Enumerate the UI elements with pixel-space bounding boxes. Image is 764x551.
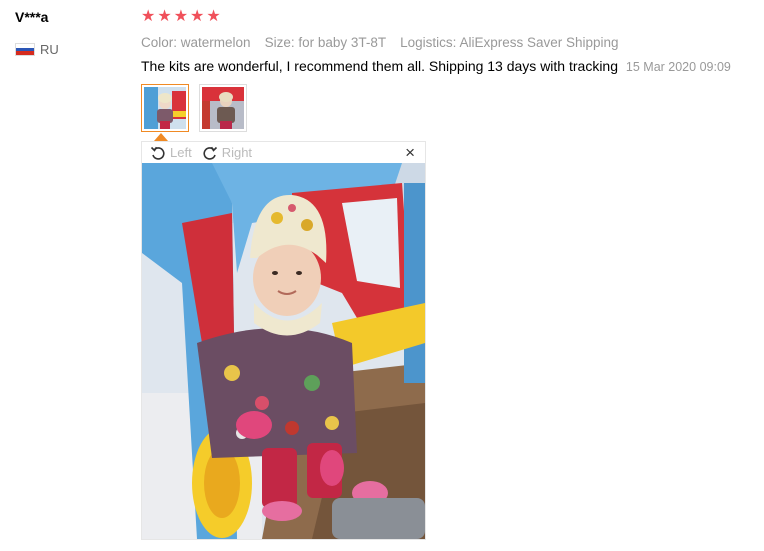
star-rating: ★ ★ ★ ★ ★ <box>141 8 751 26</box>
reviewer-country: RU <box>15 42 59 57</box>
russia-flag-icon <box>15 43 35 56</box>
rotate-right-button[interactable]: Right <box>202 145 252 161</box>
review-photo <box>142 163 425 539</box>
star-icon: ★ <box>157 8 172 25</box>
reviewer-name: V***a <box>15 9 49 25</box>
thumbnail-image <box>202 87 244 129</box>
viewer-toolbar: Left Right × <box>142 142 425 163</box>
star-icon: ★ <box>206 8 221 25</box>
rotate-left-label: Left <box>170 145 192 160</box>
active-thumbnail-pointer <box>154 133 168 141</box>
star-icon: ★ <box>141 8 156 25</box>
rotate-right-icon <box>203 146 217 160</box>
review-comment: The kits are wonderful, I recommend them… <box>141 58 751 74</box>
star-icon: ★ <box>173 8 189 25</box>
attribute-logistics: Logistics: AliExpress Saver Shipping <box>400 35 619 50</box>
thumbnail-image <box>144 87 186 129</box>
rotate-left-button[interactable]: Left <box>150 145 192 161</box>
product-attributes: Color: watermelon Size: for baby 3T-8T L… <box>141 35 751 50</box>
review-body: ★ ★ ★ ★ ★ Color: watermelon Size: for ba… <box>141 8 751 74</box>
star-icon: ★ <box>190 8 205 25</box>
reviewer-info: V***a RU <box>15 8 59 57</box>
thumbnail-2[interactable] <box>199 84 247 132</box>
thumbnail-1[interactable] <box>141 84 189 132</box>
attribute-size: Size: for baby 3T-8T <box>264 35 387 50</box>
attribute-color: Color: watermelon <box>141 35 251 50</box>
country-code: RU <box>40 42 59 57</box>
review-text: The kits are wonderful, I recommend them… <box>141 58 619 74</box>
image-viewer: Left Right × <box>141 141 426 540</box>
close-icon[interactable]: × <box>405 144 415 161</box>
review-thumbnails <box>141 84 247 132</box>
review-date: 15 Mar 2020 09:09 <box>625 60 731 74</box>
rotate-left-icon <box>150 146 165 160</box>
rotate-right-label: Right <box>221 145 253 160</box>
